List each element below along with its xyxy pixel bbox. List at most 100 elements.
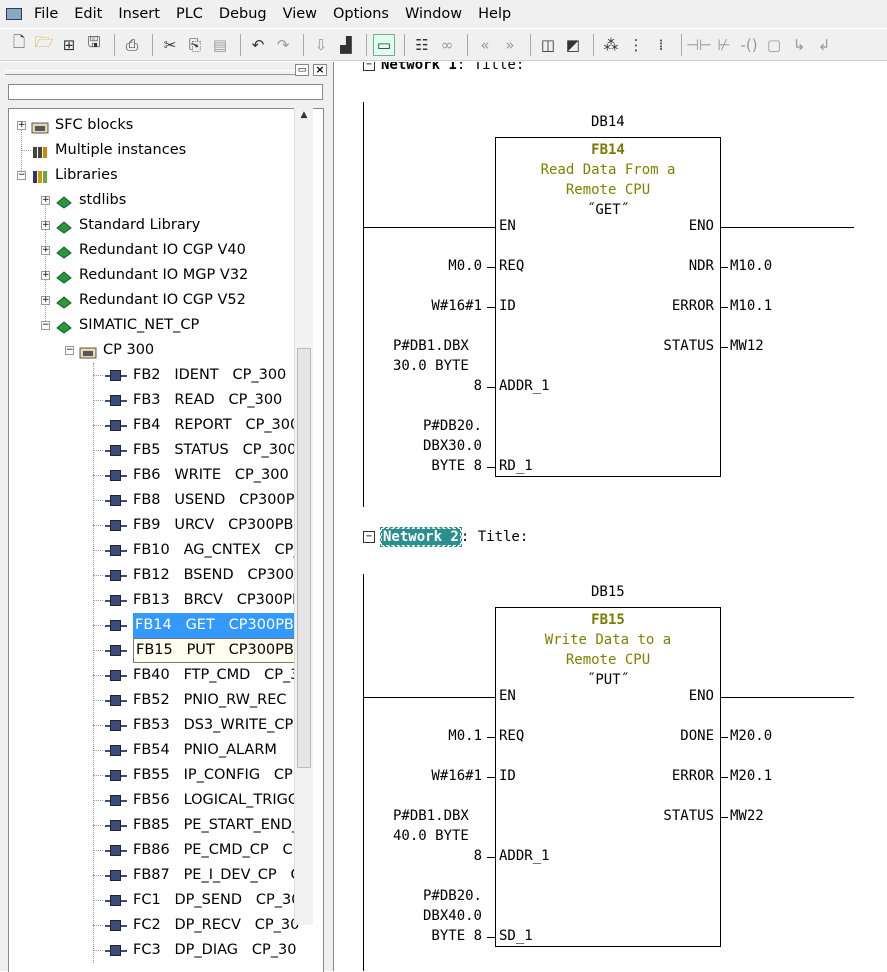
tree-item[interactable]: + Redundant IO CGP V52	[9, 288, 299, 313]
monitor-icon[interactable]: ▟	[335, 34, 357, 56]
tree-item[interactable]: FC1 DP_SEND CP_30	[9, 888, 300, 913]
print-icon[interactable]: ⎙	[121, 34, 143, 56]
collapse-icon[interactable]: −	[41, 321, 50, 330]
tree-item[interactable]: FB86 PE_CMD_CP CI	[9, 838, 299, 863]
pane-close-button[interactable]: ×	[313, 64, 327, 76]
expand-icon[interactable]: +	[41, 196, 50, 205]
tree-item[interactable]: FB87 PE_I_DEV_CP C	[9, 863, 301, 888]
symbol-info-icon[interactable]: ⁂	[600, 34, 622, 56]
nc-contact-icon[interactable]: ⊬	[713, 34, 735, 56]
expand-icon[interactable]: +	[41, 296, 50, 305]
tree-item[interactable]: FB4 REPORT CP_300	[9, 413, 299, 438]
tree2-icon[interactable]: ⁞	[650, 34, 672, 56]
cut-icon[interactable]: ✂	[159, 34, 181, 56]
network2-addr-operand-line3[interactable]: 8	[474, 848, 482, 864]
ladder-icon[interactable]: ◫	[537, 34, 559, 56]
paste-icon[interactable]: ▤	[209, 34, 231, 56]
network1-addr-operand-line3[interactable]: 8	[474, 378, 482, 394]
next-icon[interactable]: »	[499, 34, 521, 56]
network1-req-operand[interactable]: M0.0	[448, 258, 482, 274]
load-icon[interactable]: ⇩	[310, 34, 332, 56]
tree-item[interactable]: FB8 USEND CP300P	[9, 488, 299, 513]
prev-icon[interactable]: «	[474, 34, 496, 56]
network1-fb-box[interactable]: FB14 Read Data From a Remote CPU ˝GET˝ E…	[495, 137, 721, 477]
network2-status-operand[interactable]: MW22	[730, 808, 764, 824]
collapse-icon[interactable]: −	[363, 62, 375, 71]
tree-item[interactable]: − Libraries	[9, 163, 299, 188]
network2-header[interactable]: − Network 2: Title:	[363, 527, 528, 547]
menu-help[interactable]: Help	[470, 0, 519, 28]
branch-icon[interactable]: ↳	[788, 34, 810, 56]
coil-icon[interactable]: -()	[738, 34, 760, 56]
accessible-nodes-icon[interactable]: ⊞	[58, 34, 80, 56]
network1-rd-operand-line2[interactable]: DBX30.0	[423, 438, 482, 454]
fbd-icon[interactable]: ◩	[562, 34, 584, 56]
scrollbar-thumb[interactable]	[297, 348, 311, 768]
tree-item[interactable]: FB52 PNIO_RW_REC	[9, 688, 299, 713]
tree-item[interactable]: − SIMATIC_NET_CP	[9, 313, 299, 338]
network2-done-operand[interactable]: M20.0	[730, 728, 772, 744]
branch-close-icon[interactable]: ↲	[813, 34, 835, 56]
tree-item[interactable]: FC3 DP_DIAG CP_30	[9, 938, 299, 963]
tree-item[interactable]: FB13 BRCV CP300PI	[9, 588, 299, 613]
menu-file[interactable]: File	[26, 0, 66, 28]
tree-item[interactable]: + SFC blocks	[9, 113, 299, 138]
tree-item[interactable]: FB53 DS3_WRITE_CP	[9, 713, 299, 738]
copy-icon[interactable]: ⎘	[184, 34, 206, 56]
menu-edit[interactable]: Edit	[66, 0, 110, 28]
tree-item[interactable]: FB54 PNIO_ALARM	[9, 738, 299, 763]
tree-item[interactable]: FB9 URCV CP300PB	[9, 513, 299, 538]
tree-item[interactable]: FB5 STATUS CP_300	[9, 438, 299, 463]
tree-item[interactable]: FB6 WRITE CP_300	[9, 463, 299, 488]
expand-icon[interactable]: +	[41, 271, 50, 280]
tree-item[interactable]: FC2 DP_RECV CP_30	[9, 913, 299, 938]
tree-item[interactable]: FB10 AG_CNTEX CP_	[9, 538, 301, 563]
network1-ndr-operand[interactable]: M10.0	[730, 258, 772, 274]
network-icon[interactable]: ☷	[411, 34, 433, 56]
expand-icon[interactable]: +	[41, 246, 50, 255]
redo-icon[interactable]: ↷	[272, 34, 294, 56]
network1-addr-operand-line2[interactable]: 30.0 BYTE	[393, 358, 469, 374]
network1-rd-operand-line1[interactable]: P#DB20.	[423, 418, 482, 434]
network1-header[interactable]: − Network 1: Title:	[363, 62, 524, 73]
tree-item[interactable]: FB3 READ CP_300	[9, 388, 299, 413]
menu-debug[interactable]: Debug	[211, 0, 275, 28]
tree-item[interactable]: FB85 PE_START_END_	[9, 813, 299, 838]
overview-icon[interactable]: ▭	[373, 33, 395, 56]
network2-error-operand[interactable]: M20.1	[730, 768, 772, 784]
menu-options[interactable]: Options	[325, 0, 397, 28]
network2-sd-operand-line2[interactable]: DBX40.0	[423, 908, 482, 924]
tree-item[interactable]: FB12 BSEND CP300	[9, 563, 299, 588]
menu-plc[interactable]: PLC	[168, 0, 211, 28]
network1-status-operand[interactable]: MW12	[730, 338, 764, 354]
tree-item[interactable]: FB40 FTP_CMD CP_3	[9, 663, 299, 688]
tree-item[interactable]: FB56 LOGICAL_TRIGG	[9, 788, 299, 813]
expand-icon[interactable]: +	[41, 221, 50, 230]
glasses-icon[interactable]: ∞	[436, 34, 458, 56]
network1-id-operand[interactable]: W#16#1	[431, 298, 482, 314]
pane-minimize-button[interactable]: ▭	[295, 64, 309, 76]
collapse-icon[interactable]: −	[65, 346, 74, 355]
collapse-icon[interactable]: −	[17, 171, 26, 180]
network2-addr-operand-line1[interactable]: P#DB1.DBX	[393, 808, 469, 824]
undo-icon[interactable]: ↶	[247, 34, 269, 56]
expand-icon[interactable]: +	[17, 121, 26, 130]
tree-vertical-scrollbar[interactable]: ▲	[294, 108, 313, 925]
network1-rd-operand-line3[interactable]: BYTE 8	[431, 458, 482, 474]
save-icon[interactable]: 🖫	[83, 33, 105, 56]
scroll-up-arrow-icon[interactable]: ▲	[295, 110, 313, 124]
tree-item[interactable]: + stdlibs	[9, 188, 299, 213]
box-icon[interactable]: ▢	[763, 34, 785, 56]
network2-req-operand[interactable]: M0.1	[448, 728, 482, 744]
network2-addr-operand-line2[interactable]: 40.0 BYTE	[393, 828, 469, 844]
tree-item[interactable]: Multiple instances	[9, 138, 299, 163]
tree-item[interactable]: FB15 PUT CP300PBK	[9, 638, 307, 663]
pane-grip[interactable]	[5, 70, 295, 75]
network2-sd-operand-line3[interactable]: BYTE 8	[431, 928, 482, 944]
menu-view[interactable]: View	[275, 0, 325, 28]
tree-item[interactable]: FB2 IDENT CP_300	[9, 363, 299, 388]
menu-window[interactable]: Window	[397, 0, 470, 28]
tree-item[interactable]: + Standard Library	[9, 213, 299, 238]
contact-icon[interactable]: ⊣⊢	[686, 34, 712, 56]
network2-fb-box[interactable]: FB15 Write Data to a Remote CPU ˝PUT˝ EN…	[495, 607, 721, 947]
